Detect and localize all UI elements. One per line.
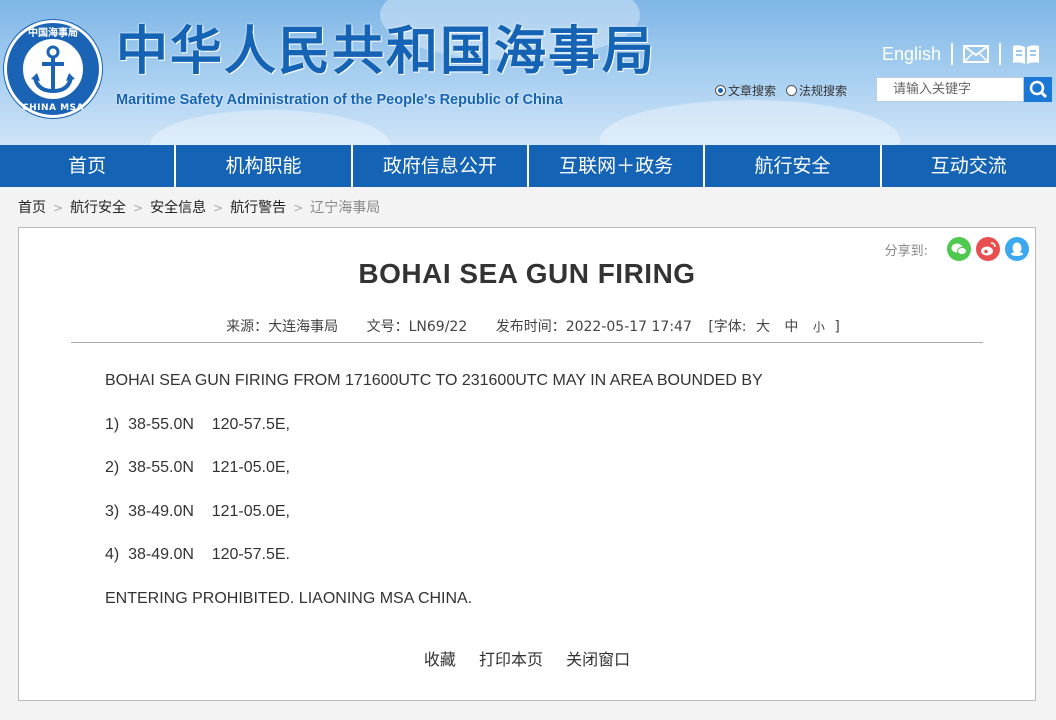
divider: [951, 43, 954, 65]
breadcrumb: 首页 > 航行安全 > 安全信息 > 航行警告 > 辽宁海事局: [18, 197, 380, 217]
print-page-link[interactable]: 打印本页: [479, 650, 543, 669]
chevron-right-icon: >: [213, 201, 224, 215]
article-actions: 收藏 打印本页 关闭窗口: [19, 646, 1035, 670]
coordinate-line: 3) 38-49.0N 121-05.0E,: [105, 502, 290, 520]
breadcrumb-safety-info[interactable]: 安全信息: [150, 200, 206, 216]
article-body: BOHAI SEA GUN FIRING FROM 171600UTC TO 2…: [105, 368, 763, 629]
radio-label: 法规搜索: [799, 83, 848, 98]
breadcrumb-home[interactable]: 首页: [18, 200, 46, 216]
mail-icon[interactable]: [963, 45, 990, 63]
search-type-options: 文章搜索 法规搜索: [715, 78, 857, 102]
coordinate-line: 1) 38-55.0N 120-57.5E,: [105, 415, 290, 433]
site-title-cn: 中华人民共和国海事局: [116, 22, 657, 82]
nav-item-internet-gov[interactable]: 互联网＋政务: [526, 145, 703, 187]
share-label: 分享到:: [884, 243, 928, 259]
font-size-close-bracket: ]: [834, 319, 840, 335]
cloud-decoration: [600, 100, 900, 145]
nav-item-gov-info[interactable]: 政府信息公开: [350, 145, 527, 187]
article-doc-number: 文号：LN69/22: [366, 319, 468, 335]
radio-article-search[interactable]: 文章搜索: [715, 82, 776, 99]
breadcrumb-nav-warnings[interactable]: 航行警告: [230, 200, 286, 216]
radio-regulation-search[interactable]: 法规搜索: [786, 82, 847, 99]
font-size-medium-button[interactable]: 中: [784, 319, 798, 335]
article-source: 来源：大连海事局: [226, 319, 339, 335]
english-link[interactable]: English: [882, 44, 941, 65]
font-size-large-button[interactable]: 大: [756, 319, 770, 335]
radio-label: 文章搜索: [728, 83, 777, 98]
article-paragraph: ENTERING PROHIBITED. LIAONING MSA CHINA.: [105, 589, 473, 607]
chevron-right-icon: >: [133, 201, 144, 215]
coordinate-line: 4) 38-49.0N 120-57.5E.: [105, 546, 290, 563]
font-size-small-button[interactable]: 小: [813, 320, 825, 334]
search-input[interactable]: 请输入关键字: [876, 77, 1024, 102]
nav-item-home[interactable]: 首页: [0, 145, 174, 187]
anchor-icon: [31, 45, 75, 94]
favorite-link[interactable]: 收藏: [424, 650, 456, 669]
breadcrumb-current: 辽宁海事局: [310, 200, 381, 216]
article-paragraph: BOHAI SEA GUN FIRING FROM 171600UTC TO 2…: [105, 372, 763, 389]
top-links: English: [882, 40, 1041, 68]
breadcrumb-navigation-safety[interactable]: 航行安全: [70, 200, 126, 216]
search-icon: [1029, 80, 1048, 99]
article-title: BOHAI SEA GUN FIRING: [358, 258, 696, 289]
article-publish-time: 发布时间：2022-05-17 17:47: [495, 319, 692, 335]
nav-item-navigation-safety[interactable]: 航行安全: [703, 145, 879, 187]
site-title-en: Maritime Safety Administration of the Pe…: [116, 92, 563, 108]
title-divider: [71, 342, 983, 343]
radio-dot: [786, 84, 798, 96]
chevron-right-icon: >: [293, 201, 304, 215]
article-panel: 分享到: BOHAI SEA GUN FIRING 来源：大连海事局 文号：LN…: [18, 227, 1036, 701]
nav-item-functions[interactable]: 机构职能: [174, 145, 350, 187]
article-meta: 来源：大连海事局 文号：LN69/22 发布时间：2022-05-17 17:4…: [19, 316, 1035, 336]
font-size-label: [字体:: [708, 319, 747, 335]
cloud-decoration: [150, 110, 390, 145]
logo-bottom-text: CHINA MSA: [21, 103, 85, 113]
search-button[interactable]: [1024, 77, 1052, 102]
radio-dot-selected: [715, 84, 726, 96]
nav-item-interaction[interactable]: 互动交流: [879, 145, 1056, 187]
site-header: 中国海事局 CHINA MSA 中华人民共和国海事局 Maritime Safe…: [0, 0, 1056, 145]
divider: [999, 43, 1002, 65]
main-nav: 首页 机构职能 政府信息公开 互联网＋政务 航行安全 互动交流: [0, 145, 1056, 187]
china-msa-logo[interactable]: 中国海事局 CHINA MSA: [4, 20, 102, 118]
coordinate-line: 2) 38-55.0N 121-05.0E,: [105, 459, 290, 476]
logo-emblem: [21, 37, 85, 101]
book-icon[interactable]: [1011, 43, 1041, 65]
close-window-link[interactable]: 关闭窗口: [566, 650, 630, 669]
chevron-right-icon: >: [53, 201, 64, 215]
